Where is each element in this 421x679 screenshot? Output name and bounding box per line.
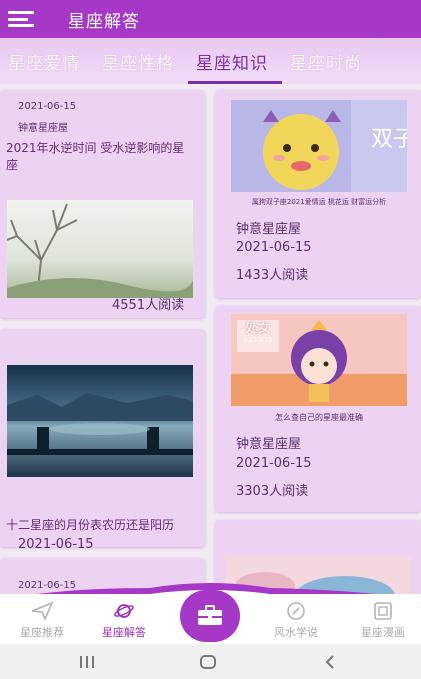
planet-icon	[113, 602, 135, 620]
virgo-badge-title: 处女	[244, 321, 271, 336]
center-action-button[interactable]	[180, 590, 240, 642]
tab-love[interactable]: 星座爱情	[0, 49, 94, 74]
comic-icon	[372, 602, 394, 620]
card-title: 2021年水逆时间 受水逆影响的星座	[6, 141, 185, 172]
card-views: 3303人阅读	[236, 484, 309, 499]
card-date: 2021-06-15	[18, 101, 77, 112]
gemini-cartoon-image: 双子座	[231, 100, 407, 192]
article-card-zodiac-calendar[interactable]: 十二星座的月份表农历还是阳历 2021-06-15	[0, 329, 205, 552]
lake-image	[7, 365, 193, 477]
card-date: 2021-06-15	[236, 456, 312, 471]
briefcase-icon	[198, 605, 222, 625]
virgo-badge: 处女 8.23-9.22	[237, 320, 279, 352]
card-caption: 怎么查自己的星座最准确	[275, 413, 363, 422]
nav-answers[interactable]: 星座解答	[82, 594, 166, 644]
nav-label: 风水学说	[274, 626, 318, 639]
card-date: 2021-06-15	[18, 537, 94, 552]
category-tabs: 星座爱情 星座性格 星座知识 星座时尚	[0, 38, 421, 84]
card-title: 十二星座的月份表农历还是阳历	[6, 518, 175, 532]
nav-label: 星座推荐	[20, 626, 64, 639]
card-views: 4551人阅读	[112, 298, 185, 313]
nav-label: 星座解答	[102, 626, 146, 639]
nav-recommend[interactable]: 星座推荐	[0, 594, 84, 644]
tab-personality[interactable]: 星座性格	[94, 49, 188, 74]
virgo-girl-image: 处女 8.23-9.22	[231, 314, 407, 406]
paper-plane-icon	[31, 601, 54, 622]
nav-comics[interactable]: 星座漫画	[341, 594, 421, 644]
card-caption: 属狗双子座2021爱情运 桃花运 财富运分析	[251, 198, 387, 206]
tab-fashion[interactable]: 星座时尚	[282, 49, 376, 74]
article-grid: 2021-06-15 钟意星座屋 2021年水逆时间 受水逆影响的星座 4551…	[0, 84, 421, 594]
back-icon[interactable]	[321, 653, 339, 671]
virgo-badge-dates: 8.23-9.22	[243, 337, 273, 344]
nav-label: 星座漫画	[361, 626, 405, 639]
article-card-virgo[interactable]: 处女 8.23-9.22 怎么查自己的星座最准确 钟意星座屋 2021-06-1…	[215, 306, 421, 512]
card-source: 钟意星座屋	[236, 222, 302, 237]
tree-image	[7, 200, 193, 298]
tab-knowledge[interactable]: 星座知识	[188, 49, 282, 84]
recent-apps-icon[interactable]	[78, 653, 96, 671]
home-icon[interactable]	[199, 653, 217, 671]
app-bar: 星座解答	[0, 0, 421, 38]
compass-icon	[285, 602, 307, 620]
card-source: 钟意星座屋	[18, 123, 68, 134]
card-source: 钟意星座屋	[236, 437, 302, 452]
svg-text:双子座: 双子座	[371, 127, 407, 152]
menu-icon[interactable]	[8, 8, 38, 30]
app-title: 星座解答	[68, 11, 140, 32]
article-card-gemini-dog[interactable]: 双子座 属狗双子座2021爱情运 桃花运 财富运分析 钟意星座屋 2021-06…	[215, 90, 421, 298]
system-nav-bar	[0, 644, 421, 679]
article-card-mercury-retrograde[interactable]: 2021-06-15 钟意星座屋 2021年水逆时间 受水逆影响的星座 4551…	[0, 90, 205, 318]
card-date: 2021-06-15	[236, 240, 312, 255]
card-views: 1433人阅读	[236, 268, 309, 283]
nav-fengshui[interactable]: 风水学说	[254, 594, 338, 644]
